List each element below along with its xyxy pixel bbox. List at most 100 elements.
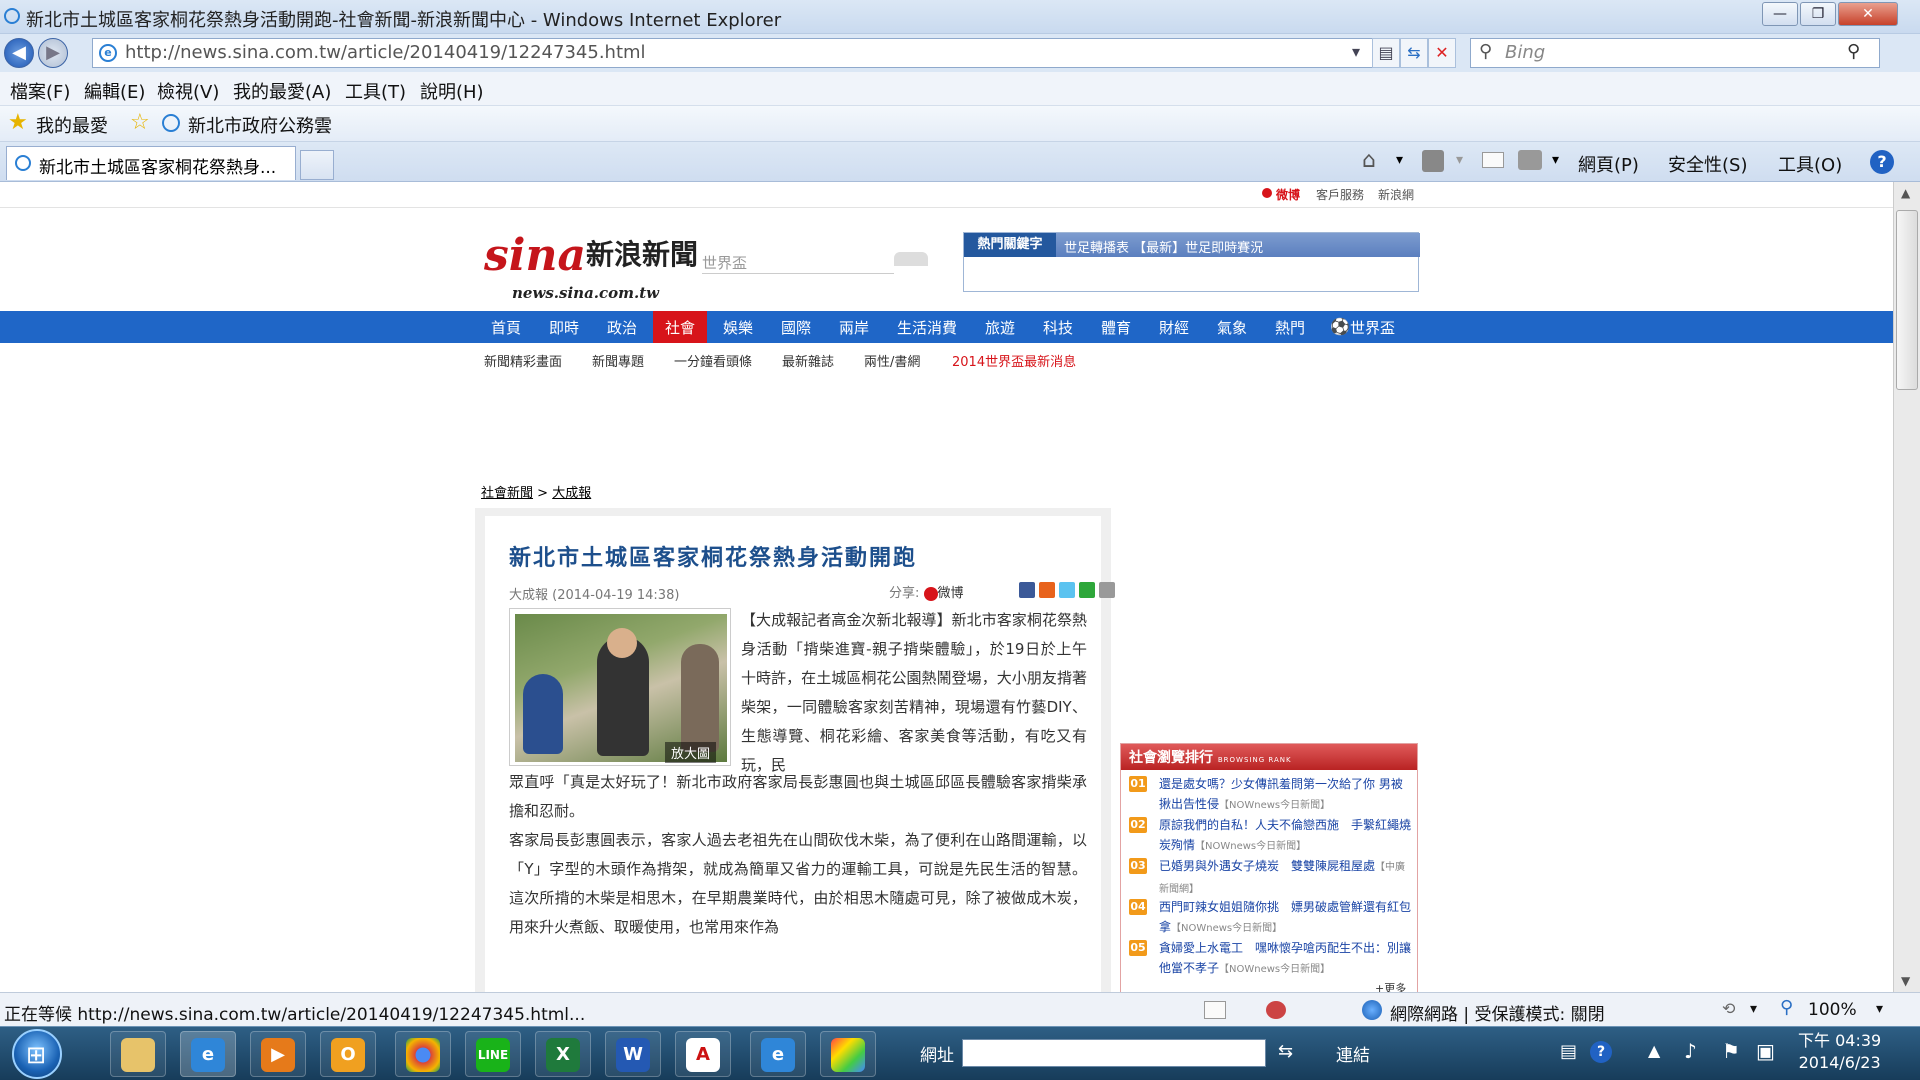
rank-item[interactable]: 03 已婚男與外遇女子燒炭 雙雙陳屍租屋處【中廣新聞網】: [1129, 856, 1411, 896]
subnav-headlines[interactable]: 一分鐘看頭條: [674, 351, 752, 370]
menu-file[interactable]: 檔案(F): [10, 78, 70, 104]
menu-tools[interactable]: 工具(T): [345, 78, 406, 104]
nav-worldcup[interactable]: 世界盃: [1350, 317, 1395, 338]
start-button[interactable]: ⊞: [12, 1029, 62, 1079]
nav-politics[interactable]: 政治: [607, 317, 637, 338]
refresh-icon[interactable]: ⇆: [1400, 38, 1428, 68]
menu-edit[interactable]: 編輯(E): [84, 78, 145, 104]
favorites-button[interactable]: 我的最愛: [36, 112, 108, 138]
mail-icon[interactable]: [1482, 152, 1504, 168]
enlarge-photo-link[interactable]: 放大圖: [665, 742, 717, 763]
hot-keywords-links[interactable]: 世足轉播表 【最新】世足即時賽況: [1064, 237, 1263, 256]
share-weibo-label[interactable]: 微博: [938, 586, 964, 601]
nav-finance[interactable]: 財經: [1159, 317, 1189, 338]
topbar-service[interactable]: 客戶服務: [1316, 186, 1364, 203]
vertical-scrollbar[interactable]: ▲ ▼: [1893, 182, 1920, 992]
safety-menu[interactable]: 安全性(S): [1668, 151, 1747, 177]
taskbar-paint[interactable]: [820, 1031, 876, 1077]
breadcrumb-section[interactable]: 社會新聞: [481, 486, 533, 501]
nav-travel[interactable]: 旅遊: [985, 317, 1015, 338]
subnav-worldcup[interactable]: 2014世界盃最新消息: [952, 351, 1076, 370]
share-twitter-icon[interactable]: [1059, 582, 1075, 598]
action-center-flag-icon[interactable]: ⚑: [1722, 1039, 1740, 1063]
protected-dropdown-icon[interactable]: ▾: [1750, 1001, 1757, 1017]
home-icon[interactable]: ⌂: [1362, 148, 1376, 173]
tray-help-icon[interactable]: ?: [1590, 1041, 1612, 1063]
zoom-icon[interactable]: ⚲: [1780, 997, 1793, 1018]
home-dropdown-icon[interactable]: ▾: [1396, 152, 1403, 168]
share-weibo-icon[interactable]: [923, 586, 938, 601]
taskbar-acrobat[interactable]: A: [675, 1031, 731, 1077]
new-tab-button[interactable]: [300, 150, 334, 180]
taskbar-clock[interactable]: 下午 04:39 2014/6/23: [1798, 1030, 1881, 1074]
rank-more-link[interactable]: +更多: [1375, 980, 1406, 992]
taskbar-go-icon[interactable]: ⇆: [1278, 1041, 1293, 1062]
nav-cross-strait[interactable]: 兩岸: [839, 317, 869, 338]
nav-life[interactable]: 生活消費: [897, 317, 957, 338]
add-favorite-icon[interactable]: ☆: [130, 110, 150, 135]
breadcrumb-source[interactable]: 大成報: [552, 486, 591, 501]
rank-item[interactable]: 04 西門町辣女姐姐隨你挑 嫖男破處管鮮還有紅包拿【NOWnews今日新聞】: [1129, 897, 1411, 937]
favorite-item[interactable]: 新北市政府公務雲: [188, 112, 332, 138]
search-box[interactable]: ⚲ Bing ⚲: [1470, 38, 1880, 68]
sina-logo[interactable]: sina新浪新聞 news.sina.com.tw: [484, 230, 698, 302]
topbar-sina[interactable]: 新浪網: [1378, 186, 1414, 203]
share-plurk-icon[interactable]: [1039, 582, 1055, 598]
rank-item-title[interactable]: 已婚男與外遇女子燒炭 雙雙陳屍租屋處: [1159, 859, 1375, 873]
nav-society[interactable]: 社會: [653, 311, 708, 343]
forward-button[interactable]: ▶: [38, 38, 68, 68]
tray-action-icon[interactable]: ▤: [1560, 1041, 1577, 1062]
menu-view[interactable]: 檢視(V): [157, 78, 219, 104]
security-zone[interactable]: 網際網路 | 受保護模式: 關閉: [1390, 1000, 1605, 1025]
nav-hot[interactable]: 熱門: [1275, 317, 1305, 338]
nav-sports[interactable]: 體育: [1101, 317, 1131, 338]
nav-tech[interactable]: 科技: [1043, 317, 1073, 338]
tray-expand-icon[interactable]: ▲: [1648, 1041, 1660, 1060]
protected-mode-icon[interactable]: ⟲: [1722, 999, 1735, 1018]
stop-icon[interactable]: ✕: [1428, 38, 1456, 68]
close-button[interactable]: ✕: [1838, 2, 1898, 26]
share-email-icon[interactable]: [1079, 582, 1095, 598]
network-icon[interactable]: ▣: [1756, 1039, 1775, 1063]
zoom-level[interactable]: 100%: [1808, 1000, 1857, 1020]
maximize-button[interactable]: ❐: [1800, 2, 1836, 26]
tab-active[interactable]: 新北市土城區客家桐花祭熱身...: [6, 146, 296, 180]
taskbar-chrome[interactable]: [395, 1031, 451, 1077]
nav-weather[interactable]: 氣象: [1217, 317, 1247, 338]
subnav-magazine[interactable]: 最新雜誌: [782, 351, 834, 370]
scroll-down-icon[interactable]: ▼: [1901, 974, 1910, 988]
article-photo[interactable]: 放大圖: [509, 608, 731, 766]
address-bar[interactable]: e http://news.sina.com.tw/article/201404…: [92, 38, 1408, 68]
taskbar-ie-active[interactable]: e: [180, 1031, 236, 1077]
rank-item[interactable]: 05 貪婦愛上水電工 嘿咻懷孕嗆丙配生不出：別讓他當不孝子【NOWnews今日新…: [1129, 938, 1411, 978]
page-menu[interactable]: 網頁(P): [1578, 151, 1639, 177]
nav-instant[interactable]: 即時: [549, 317, 579, 338]
compat-view-icon[interactable]: ▤: [1372, 38, 1400, 68]
taskbar-excel[interactable]: X: [535, 1031, 591, 1077]
volume-icon[interactable]: ♪: [1684, 1039, 1697, 1063]
tools-menu[interactable]: 工具(O): [1778, 151, 1842, 177]
subnav-pictures[interactable]: 新聞精彩畫面: [484, 351, 562, 370]
popup-blocker-icon[interactable]: [1266, 1001, 1286, 1019]
taskbar-word[interactable]: W: [605, 1031, 661, 1077]
feeds-dropdown-icon[interactable]: ▾: [1456, 152, 1463, 168]
scroll-up-icon[interactable]: ▲: [1901, 186, 1910, 200]
taskbar-ie-2[interactable]: e: [750, 1031, 806, 1077]
print-dropdown-icon[interactable]: ▾: [1552, 152, 1559, 168]
menu-favorites[interactable]: 我的最愛(A): [233, 78, 331, 104]
minimize-button[interactable]: —: [1762, 2, 1798, 26]
zoom-dropdown-icon[interactable]: ▾: [1876, 1001, 1883, 1017]
back-button[interactable]: ◀: [4, 38, 34, 68]
taskbar-line[interactable]: LINE: [465, 1031, 521, 1077]
scrollbar-thumb[interactable]: [1896, 210, 1918, 390]
site-search-button[interactable]: [894, 252, 928, 266]
search-go-icon[interactable]: ⚲: [1847, 41, 1860, 62]
address-dropdown-icon[interactable]: ▾: [1342, 38, 1370, 68]
topbar-weibo[interactable]: 微博: [1276, 186, 1300, 203]
taskbar-address-input[interactable]: [962, 1039, 1266, 1067]
nav-international[interactable]: 國際: [781, 317, 811, 338]
taskbar-outlook[interactable]: O: [320, 1031, 376, 1077]
nav-entertainment[interactable]: 娛樂: [723, 317, 753, 338]
subnav-gender[interactable]: 兩性/書網: [864, 351, 920, 370]
nav-home[interactable]: 首頁: [491, 317, 521, 338]
